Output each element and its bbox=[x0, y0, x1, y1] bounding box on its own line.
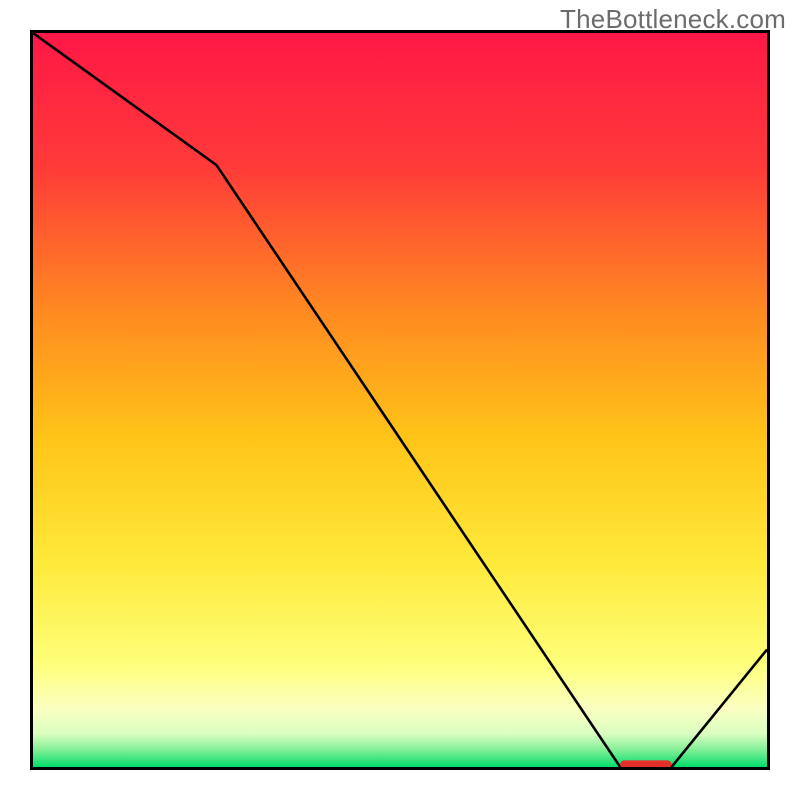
gradient-bg bbox=[33, 33, 767, 767]
optimal-marker bbox=[620, 760, 671, 767]
watermark-text: TheBottleneck.com bbox=[560, 4, 786, 35]
plot-area bbox=[30, 30, 770, 770]
plot-svg bbox=[33, 33, 767, 767]
chart-stage: TheBottleneck.com bbox=[0, 0, 800, 800]
